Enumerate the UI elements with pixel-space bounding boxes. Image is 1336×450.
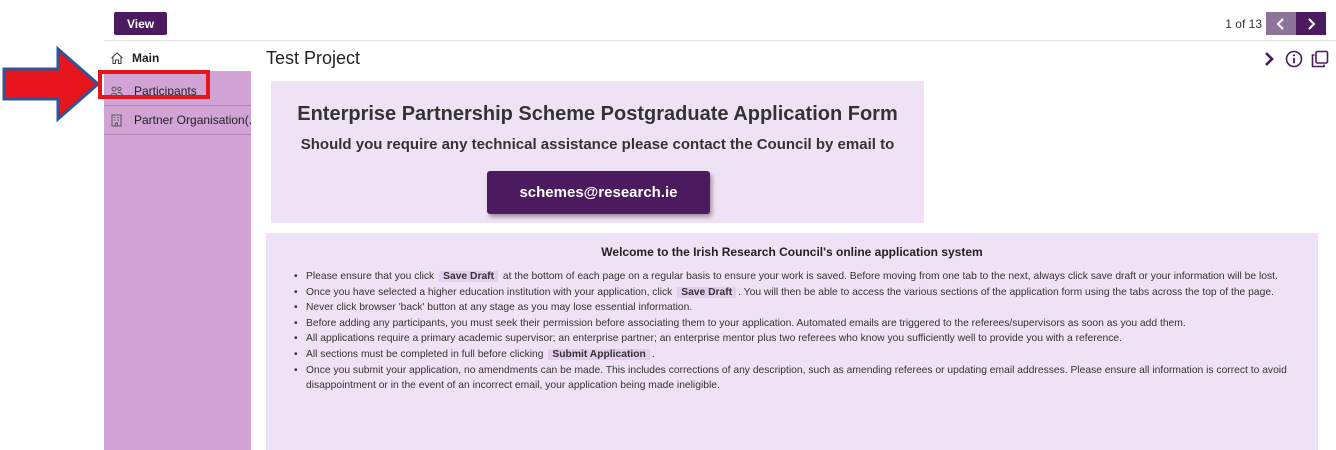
list-item: All applications require a primary acade… [290, 331, 1300, 347]
sidebar: Participants Partner Organisation(... [104, 71, 251, 450]
page-title: Test Project [266, 48, 361, 68]
top-toolbar: View 1 of 13 [104, 9, 1336, 41]
expand-chevron-button[interactable] [1258, 48, 1280, 70]
previous-record-button[interactable] [1266, 12, 1296, 35]
list-item: Once you submit your application, no ame… [290, 363, 1300, 394]
sidebar-item-main[interactable]: Main [104, 44, 251, 71]
save-draft-keyword: Save Draft [677, 286, 737, 298]
banner-subtitle: Should you require any technical assista… [300, 136, 895, 153]
building-icon [111, 114, 122, 126]
sidebar-item-label: Partner Organisation(... [134, 113, 251, 127]
submit-application-keyword: Submit Application [548, 348, 650, 360]
view-button[interactable]: View [114, 12, 168, 35]
home-icon [111, 51, 123, 64]
info-icon [1285, 50, 1303, 68]
welcome-heading: Welcome to the Irish Research Council's … [601, 245, 983, 259]
list-item: Once you have selected a higher educatio… [290, 285, 1300, 301]
sidebar-item-label: Main [132, 50, 160, 65]
application-banner: Enterprise Partnership Scheme Postgradua… [271, 81, 924, 223]
annotation-highlight-box [98, 70, 210, 99]
header-actions [1258, 48, 1334, 72]
chevron-right-icon [1265, 52, 1274, 66]
welcome-panel: Welcome to the Irish Research Council's … [266, 233, 1318, 450]
instruction-list: Please ensure that you click Save Draft … [290, 269, 1300, 394]
record-pager: 1 of 13 [1225, 12, 1326, 35]
copy-window-icon [1311, 50, 1329, 68]
list-item: Before adding any participants, you must… [290, 316, 1300, 332]
list-item: All sections must be completed in full b… [290, 347, 1300, 363]
next-record-button[interactable] [1296, 12, 1326, 35]
save-draft-keyword: Save Draft [439, 271, 499, 282]
contact-email-button[interactable]: schemes@research.ie [487, 171, 710, 214]
annotation-arrow-icon [2, 46, 100, 122]
list-item: Please ensure that you click Save Draft … [290, 269, 1300, 285]
pager-count: 1 of 13 [1225, 16, 1262, 31]
banner-title: Enterprise Partnership Scheme Postgradua… [297, 103, 898, 125]
popout-button[interactable] [1309, 48, 1331, 70]
list-item: Never click browser 'back' button at any… [290, 300, 1300, 316]
info-button[interactable] [1283, 48, 1305, 70]
chevron-right-icon [1308, 17, 1316, 30]
chevron-left-icon [1276, 17, 1284, 30]
sidebar-item-partner-organisation[interactable]: Partner Organisation(... [104, 106, 251, 135]
